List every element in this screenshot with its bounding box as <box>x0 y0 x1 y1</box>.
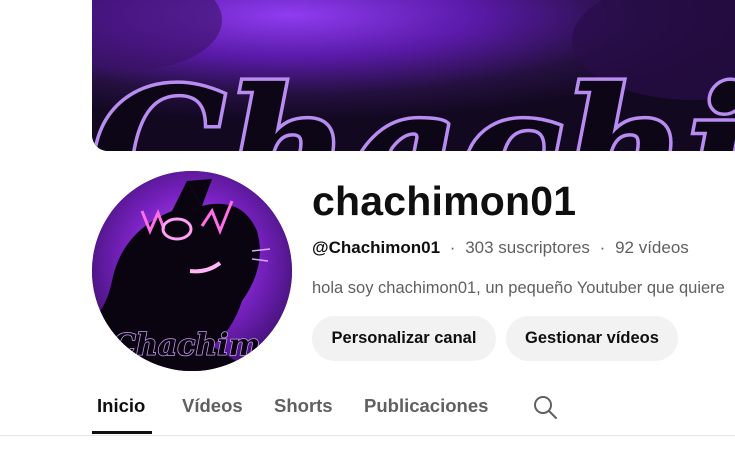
channel-avatar[interactable]: Chachimon01 <box>92 171 292 371</box>
channel-banner: Chachimon01 <box>92 0 735 151</box>
tabs-divider <box>0 435 735 436</box>
tab-home[interactable]: Inicio <box>97 395 145 417</box>
search-icon[interactable] <box>532 394 558 420</box>
subscriber-count: 303 suscriptores <box>465 238 590 257</box>
channel-description[interactable]: hola soy chachimon01, un pequeño Youtube… <box>312 279 735 298</box>
tab-posts[interactable]: Publicaciones <box>364 395 488 417</box>
tab-label: Inicio <box>97 395 146 416</box>
meta-separator: · <box>449 238 456 257</box>
active-tab-indicator <box>92 431 152 434</box>
channel-name: chachimon01 <box>312 178 577 224</box>
avatar-text: Chachimon01 <box>112 328 292 363</box>
tab-videos[interactable]: Vídeos <box>182 395 243 417</box>
meta-separator: · <box>599 238 606 257</box>
tab-shorts[interactable]: Shorts <box>274 395 333 417</box>
manage-videos-button[interactable]: Gestionar vídeos <box>506 316 678 361</box>
video-count: 92 vídeos <box>615 238 689 257</box>
customize-channel-button[interactable]: Personalizar canal <box>312 316 496 361</box>
channel-handle[interactable]: @Chachimon01 <box>312 238 440 257</box>
banner-title: Chachimon01 <box>92 51 735 151</box>
channel-meta: @Chachimon01 · 303 suscriptores · 92 víd… <box>312 238 689 258</box>
